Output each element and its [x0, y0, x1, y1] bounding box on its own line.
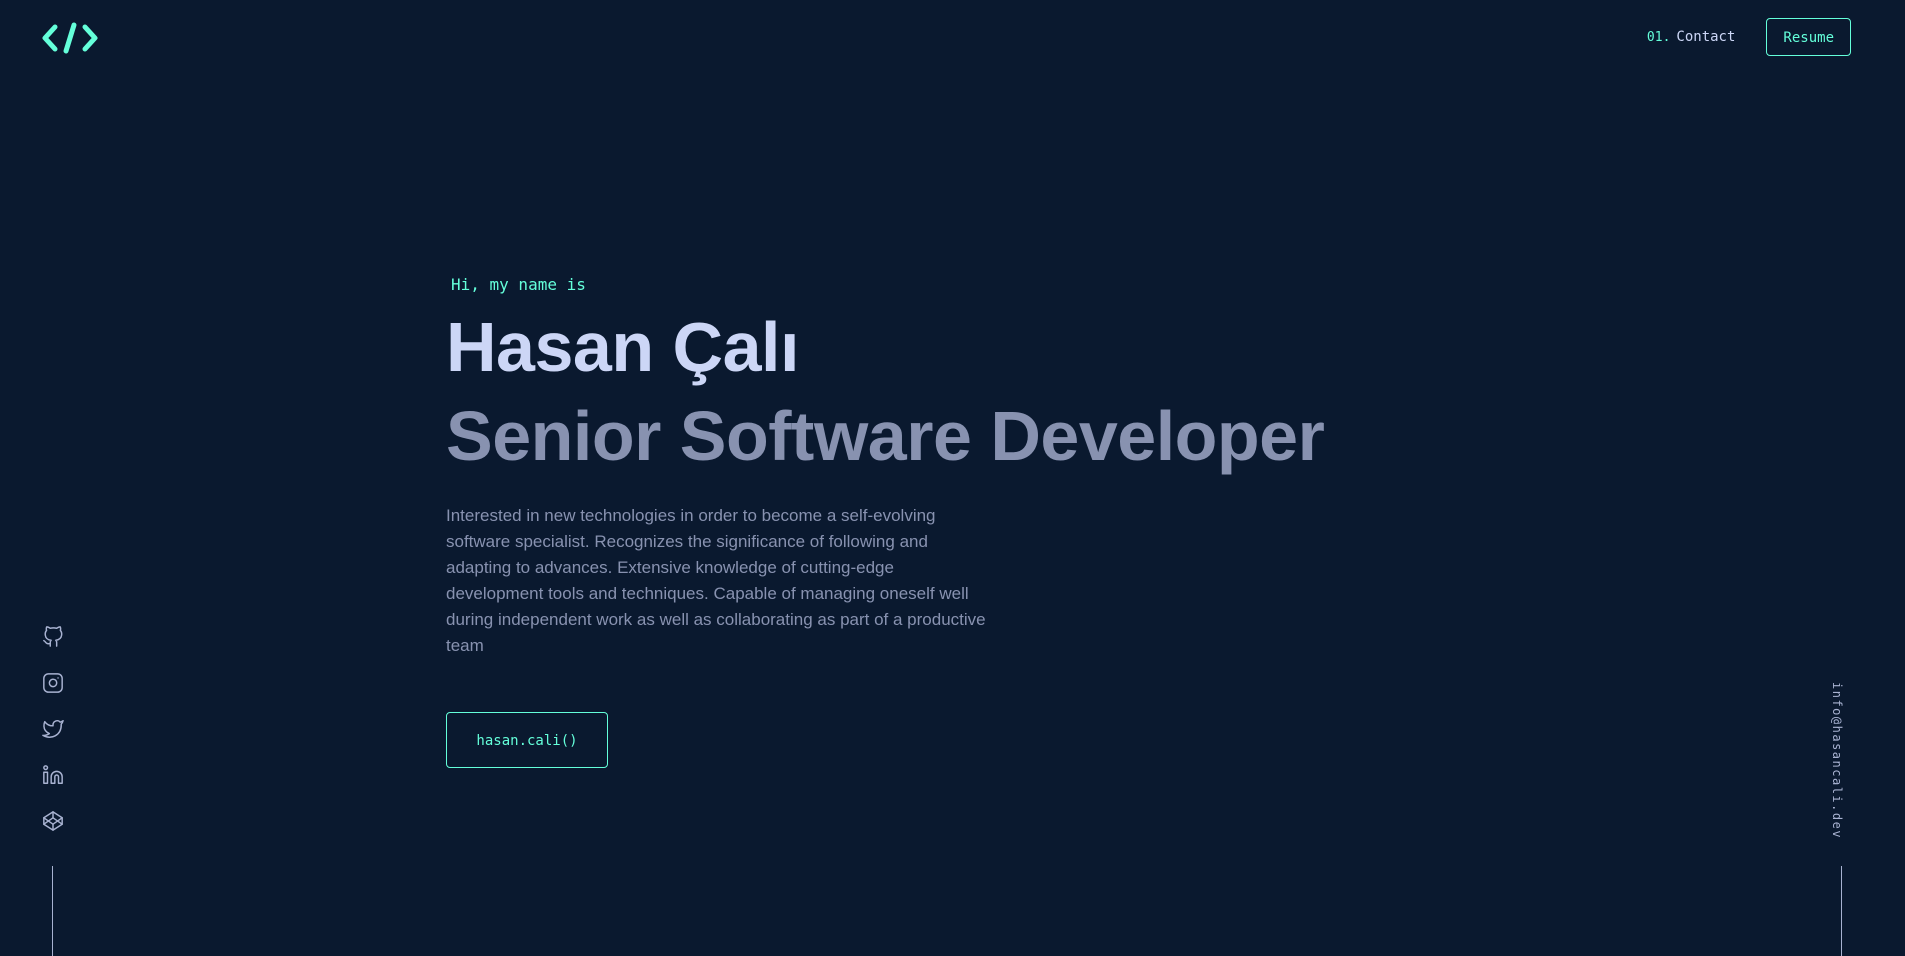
hero-title: Senior Software Developer [446, 397, 1325, 475]
greeting-text: Hi, my name is [451, 275, 586, 294]
social-divider-line [52, 866, 53, 956]
code-brackets-icon[interactable] [42, 20, 98, 56]
hero-bio: Interested in new technologies in order … [446, 506, 986, 655]
codepen-icon[interactable] [42, 810, 64, 832]
twitter-icon[interactable] [42, 718, 64, 740]
resume-button[interactable]: Resume [1766, 18, 1851, 56]
instagram-icon[interactable] [42, 672, 64, 694]
github-icon[interactable] [42, 626, 64, 648]
hero-section: Hi, my name is Hasan Çalı Senior Softwar… [446, 262, 1346, 768]
email-link[interactable]: info@hasancali.dev [1830, 682, 1844, 839]
linkedin-icon[interactable] [42, 764, 64, 786]
nav-item-contact[interactable]: 01. Contact [1647, 29, 1736, 45]
main-nav: 01. Contact Resume [1647, 18, 1851, 56]
email-divider-line [1841, 866, 1842, 956]
social-links [41, 626, 65, 856]
hero-name: Hasan Çalı [446, 308, 799, 386]
cta-button[interactable]: hasan.cali() [446, 712, 608, 768]
nav-item-number: 01. [1646, 30, 1671, 45]
nav-item-label: Contact [1676, 29, 1736, 45]
